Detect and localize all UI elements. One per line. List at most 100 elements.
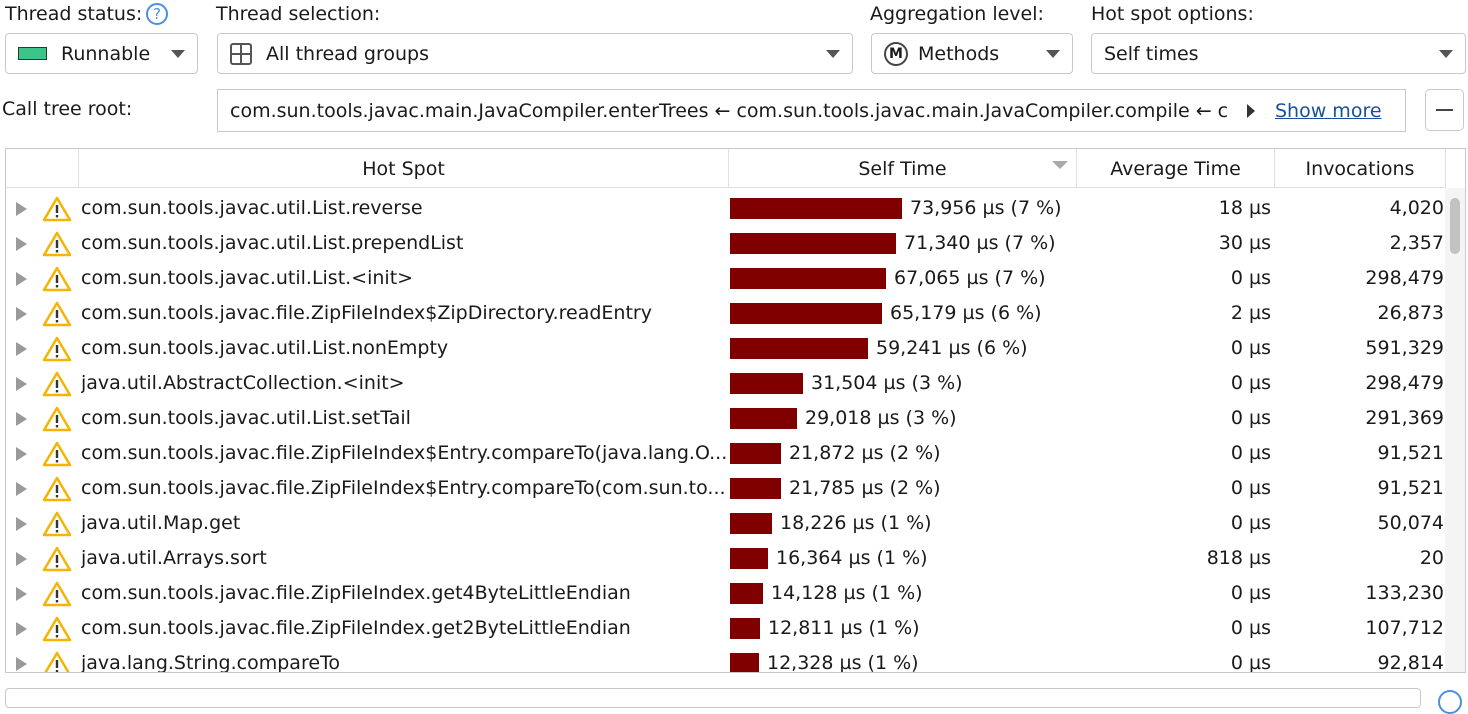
self-time-bar [730, 478, 781, 499]
aggregation-level-dropdown[interactable]: M Methods [871, 33, 1073, 74]
average-time-value: 0 µs [1230, 652, 1271, 673]
help-icon-bottom[interactable] [1438, 690, 1462, 714]
call-tree-root-field[interactable]: com.sun.tools.javac.main.JavaCompiler.en… [217, 89, 1406, 132]
warning-icon [42, 476, 72, 502]
table-row[interactable]: com.sun.tools.javac.file.ZipFileIndex.ge… [6, 576, 1446, 611]
scrollbar-thumb[interactable] [1450, 198, 1460, 254]
help-icon[interactable]: ? [146, 3, 168, 25]
table-row[interactable]: com.sun.tools.javac.file.ZipFileIndex$En… [6, 471, 1446, 506]
self-time-value: 18,226 µs (1 %) [780, 512, 932, 534]
self-time-value: 14,128 µs (1 %) [771, 582, 923, 604]
average-time-value: 0 µs [1230, 617, 1271, 639]
self-time-bar [730, 268, 886, 289]
warning-icon [42, 511, 72, 537]
self-time-value: 71,340 µs (7 %) [904, 232, 1056, 254]
self-time-value: 21,872 µs (2 %) [789, 442, 941, 464]
invocations-value: 91,521 [1377, 477, 1444, 499]
expand-icon[interactable] [16, 482, 27, 496]
self-time-bar [730, 583, 763, 604]
table-row[interactable]: com.sun.tools.javac.util.List.prependLis… [6, 226, 1446, 261]
warning-icon [42, 581, 72, 607]
hot-spot-name: com.sun.tools.javac.file.ZipFileIndex$En… [81, 477, 726, 499]
expand-icon[interactable] [16, 377, 27, 391]
table-row[interactable]: com.sun.tools.javac.file.ZipFileIndex$Zi… [6, 296, 1446, 331]
self-time-bar [730, 303, 882, 324]
hotspot-options-label: Hot spot options: [1091, 3, 1254, 25]
self-time-bar [730, 338, 868, 359]
invocations-value: 298,479 [1365, 267, 1444, 289]
filter-input[interactable] [5, 688, 1421, 708]
average-time-value: 0 µs [1230, 267, 1271, 289]
table-row[interactable]: com.sun.tools.javac.util.List.reverse 73… [6, 191, 1446, 226]
expand-icon[interactable] [16, 552, 27, 566]
expand-icon[interactable] [16, 517, 27, 531]
chevron-down-icon [1046, 50, 1060, 58]
hotspot-options-dropdown[interactable]: Self times [1091, 33, 1466, 74]
self-time-value: 73,956 µs (7 %) [910, 197, 1062, 219]
call-tree-root-value: com.sun.tools.javac.main.JavaCompiler.en… [230, 99, 1229, 122]
invocations-value: 92,814 [1377, 652, 1444, 673]
self-time-value: 16,364 µs (1 %) [776, 547, 928, 569]
table-row[interactable]: java.util.Arrays.sort 16,364 µs (1 %) 81… [6, 541, 1446, 576]
header-invocations[interactable]: Invocations [1275, 149, 1446, 187]
self-time-bar [730, 618, 760, 639]
self-time-bar [730, 408, 797, 429]
average-time-value: 818 µs [1206, 547, 1271, 569]
header-hot-spot[interactable]: Hot Spot [79, 149, 729, 187]
table-row[interactable]: com.sun.tools.javac.util.List.setTail 29… [6, 401, 1446, 436]
self-time-value: 67,065 µs (7 %) [894, 267, 1046, 289]
expand-icon[interactable] [16, 202, 27, 216]
hot-spot-name: java.util.AbstractCollection.<init> [81, 372, 405, 394]
sort-desc-icon [1052, 161, 1068, 169]
vertical-scrollbar[interactable] [1445, 188, 1465, 672]
self-time-bar [730, 198, 902, 219]
hot-spot-name: com.sun.tools.javac.file.ZipFileIndex$En… [81, 442, 726, 464]
hot-spot-name: com.sun.tools.javac.util.List.setTail [81, 407, 411, 429]
average-time-value: 30 µs [1218, 232, 1271, 254]
warning-icon [42, 371, 72, 397]
expand-icon[interactable] [16, 272, 27, 286]
header-self-time[interactable]: Self Time [729, 149, 1077, 187]
header-average-time[interactable]: Average Time [1077, 149, 1275, 187]
expand-icon[interactable] [16, 342, 27, 356]
average-time-value: 0 µs [1230, 582, 1271, 604]
table-row[interactable]: java.util.Map.get 18,226 µs (1 %) 0 µs 5… [6, 506, 1446, 541]
table-row[interactable]: com.sun.tools.javac.util.List.nonEmpty 5… [6, 331, 1446, 366]
average-time-value: 0 µs [1230, 442, 1271, 464]
table-row[interactable]: java.util.AbstractCollection.<init> 31,5… [6, 366, 1446, 401]
table-row[interactable]: java.lang.String.compareTo 12,328 µs (1 … [6, 646, 1446, 673]
expand-icon[interactable] [16, 307, 27, 321]
hot-spot-name: com.sun.tools.javac.file.ZipFileIndex.ge… [81, 582, 631, 604]
show-more-link[interactable]: Show more [1275, 100, 1382, 122]
header-expander [6, 149, 79, 187]
hot-spot-name: com.sun.tools.javac.file.ZipFileIndex$Zi… [81, 302, 652, 324]
expand-icon[interactable] [16, 412, 27, 426]
warning-icon [42, 406, 72, 432]
aggregation-level-value: Methods [918, 42, 1000, 65]
hot-spot-name: java.util.Map.get [81, 512, 241, 534]
thread-status-dropdown[interactable]: Runnable [5, 33, 198, 74]
header-self-time-label: Self Time [858, 158, 947, 180]
thread-selection-label: Thread selection: [216, 3, 381, 25]
chevron-down-icon [171, 50, 185, 58]
invocations-value: 2,357 [1389, 232, 1444, 254]
average-time-value: 2 µs [1230, 302, 1271, 324]
average-time-value: 0 µs [1230, 372, 1271, 394]
invocations-value: 4,020 [1389, 197, 1444, 219]
expand-icon[interactable] [16, 622, 27, 636]
self-time-value: 21,785 µs (2 %) [789, 477, 941, 499]
self-time-value: 12,328 µs (1 %) [767, 652, 919, 673]
expand-icon[interactable] [16, 447, 27, 461]
expand-icon[interactable] [16, 237, 27, 251]
expand-icon[interactable] [16, 657, 27, 671]
remove-root-button[interactable] [1425, 89, 1464, 131]
table-row[interactable]: com.sun.tools.javac.file.ZipFileIndex.ge… [6, 611, 1446, 646]
invocations-value: 26,873 [1377, 302, 1444, 324]
thread-selection-dropdown[interactable]: All thread groups [217, 33, 853, 74]
hot-spot-name: com.sun.tools.javac.file.ZipFileIndex.ge… [81, 617, 631, 639]
call-tree-root-label: Call tree root: [2, 98, 133, 120]
table-row[interactable]: com.sun.tools.javac.util.List.<init> 67,… [6, 261, 1446, 296]
hot-spot-name: com.sun.tools.javac.util.List.nonEmpty [81, 337, 449, 359]
expand-icon[interactable] [16, 587, 27, 601]
table-row[interactable]: com.sun.tools.javac.file.ZipFileIndex$En… [6, 436, 1446, 471]
